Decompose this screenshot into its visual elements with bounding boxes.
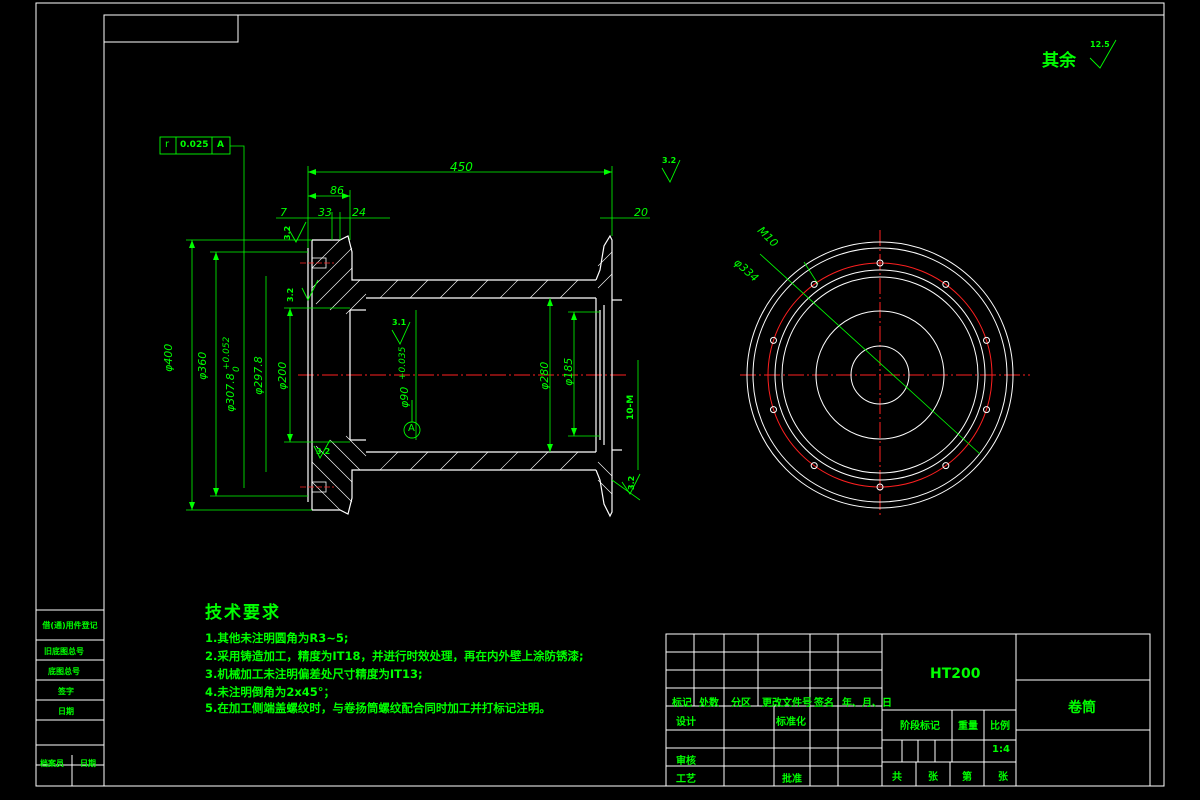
side-row-date: 日期 [58, 707, 74, 716]
side-row-archivist: 档案员 [40, 759, 64, 768]
dim-dia280: φ280 [538, 361, 551, 390]
standardization-label: 标准化 [776, 717, 806, 728]
roughness-remaining-value: 12.5 [1090, 40, 1110, 49]
requirement-line-4: 4.未注明倒角为2x45°； [205, 685, 336, 699]
header-mark: 标记 [672, 698, 692, 709]
header-signature: 签名 [814, 698, 834, 709]
dim-dia307: φ307.8 [224, 373, 237, 412]
arrowheads [189, 169, 612, 510]
roughness-bore-left: 3.2 [316, 447, 331, 456]
dim-86: 86 [330, 184, 344, 197]
roughness-bore-90: 3.1 [392, 318, 407, 327]
tolerance-symbol: r [165, 139, 170, 150]
side-row-register: 借(通)用件登记 [42, 621, 98, 630]
dim-dia307-tol-upper: +0.052 [222, 336, 232, 370]
roughness-recess-left: 3.2 [286, 287, 295, 302]
scale-value: 1:4 [992, 744, 1010, 755]
header-count: 处数 [699, 698, 719, 709]
requirements-title: 技术要求 [205, 603, 281, 623]
sheets-total: 共 [892, 772, 902, 783]
requirement-line-3: 3.机械加工未注明偏差处尺寸精度为IT13; [205, 667, 423, 681]
design-label: 设计 [676, 717, 696, 728]
side-row-drawing: 底图总号 [48, 667, 80, 676]
header-zone: 分区 [731, 698, 751, 709]
side-row-date-2: 日期 [80, 759, 96, 768]
roughness-face-right: 3.2 [627, 475, 636, 490]
tolerance-datum: A [217, 140, 224, 150]
header-change-doc: 更改文件号 [762, 698, 812, 709]
sheets-current: 第 [962, 772, 972, 783]
roughness-face-left: 3.2 [283, 225, 292, 240]
dim-dia200: φ200 [276, 361, 289, 390]
requirement-line-1: 1.其他未注明圆角为R3~5; [205, 631, 349, 645]
side-row-signature: 签字 [58, 687, 74, 696]
dimension-lines [186, 145, 650, 511]
scale-label: 比例 [990, 721, 1010, 732]
side-row-old-drawing: 旧底图总号 [44, 647, 84, 656]
roughness-remaining-label: 其余 [1042, 51, 1076, 71]
dim-dia360: φ360 [196, 351, 209, 380]
sheets-unit-2: 张 [998, 772, 1008, 783]
sheets-unit-1: 张 [928, 772, 938, 783]
requirement-line-5: 5.在加工侧端盖螺纹时，与卷扬筒螺纹配合同时加工并打标记注明。 [205, 701, 551, 715]
section-view [159, 39, 1117, 518]
review-label: 审核 [676, 756, 696, 767]
dim-thread: 10-M [626, 394, 636, 420]
dim-dia90: φ90 [398, 386, 411, 408]
tolerance-value: 0.025 [180, 140, 209, 150]
material: HT200 [930, 666, 981, 682]
dim-dia185: φ185 [562, 357, 575, 386]
dim-dia400: φ400 [162, 343, 175, 372]
dim-20: 20 [634, 206, 648, 219]
dim-7: 7 [280, 206, 287, 219]
dim-overall-length: 450 [450, 160, 473, 174]
approve-label: 批准 [782, 774, 802, 785]
roughness-top-right: 3.2 [662, 156, 677, 165]
dim-dia90-tol: +0.035 [398, 346, 408, 380]
dim-24: 24 [352, 206, 366, 219]
process-label: 工艺 [676, 774, 696, 785]
weight-label: 重量 [958, 721, 978, 732]
end-view [740, 230, 1030, 515]
drawing-sheet [35, 2, 1165, 787]
dim-dia297: φ297.8 [252, 356, 265, 395]
header-date: 年、月、日 [842, 698, 892, 709]
dim-dia307-tol-lower: 0 [232, 366, 242, 372]
datum-label: A [408, 423, 415, 434]
part-name: 卷筒 [1068, 700, 1096, 716]
dim-33: 33 [318, 206, 332, 219]
requirement-line-2: 2.采用铸造加工，精度为IT18，并进行时效处理，再在内外壁上涂防锈漆; [205, 649, 584, 663]
stage-mark-label: 阶段标记 [900, 721, 940, 732]
